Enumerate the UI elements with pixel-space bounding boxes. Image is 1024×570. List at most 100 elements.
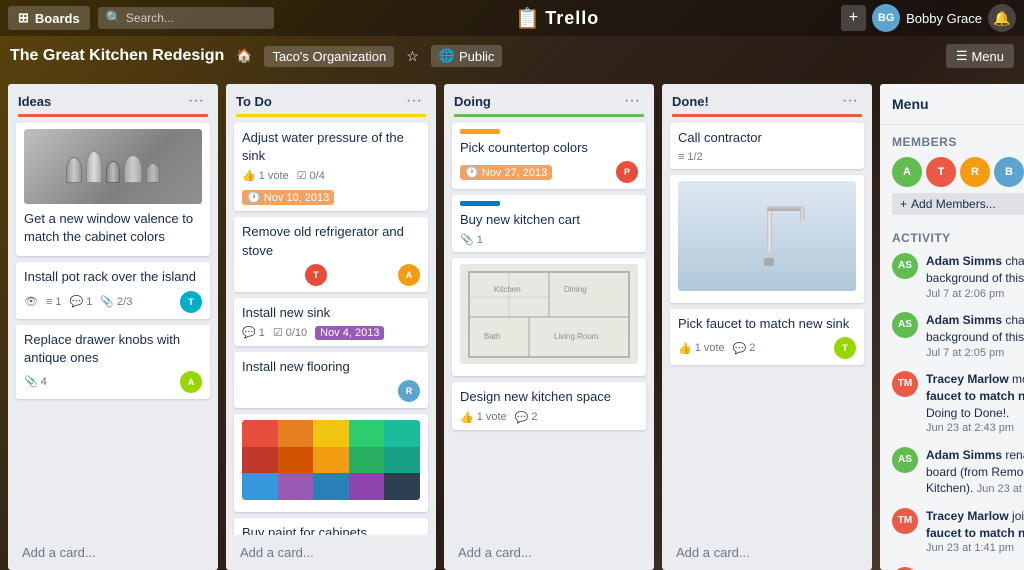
list-todo-color-bar <box>236 114 426 117</box>
card-c6[interactable]: Install new sink 💬 1 ☑ 0/10 Nov 4, 2013 <box>234 298 428 346</box>
search-input[interactable] <box>126 11 266 25</box>
activity-text-3: Adam Simms renamed this board (from Remo… <box>926 447 1024 498</box>
add-card-ideas[interactable]: Add a card... <box>16 541 210 564</box>
c11-attach-badge: 📎 1 <box>460 233 483 246</box>
list-todo-cards: Adjust water pressure of the sink 👍 1 vo… <box>226 123 436 535</box>
activity-avatar-1: AS <box>892 312 918 338</box>
menu-button[interactable]: ☰ Menu <box>946 44 1014 68</box>
list-done-menu[interactable]: ··· <box>838 92 862 110</box>
card-c16-meta: 👍 1 vote 💬 2 T <box>678 337 856 359</box>
c16-comment-badge: 💬 2 <box>733 342 756 355</box>
add-card-done[interactable]: Add a card... <box>670 541 864 564</box>
activity-user-3: Adam Simms <box>926 448 1002 462</box>
card-c2[interactable]: Install pot rack over the island 👁 ≡ 1 💬… <box>16 262 210 318</box>
card-c11-meta: 📎 1 <box>460 233 638 246</box>
card-c14-title: Call contractor <box>678 129 856 147</box>
add-button[interactable]: + <box>841 5 866 31</box>
activity-time-0: Jul 7 at 2:06 pm <box>926 287 1024 302</box>
card-c3-avatar: A <box>180 371 202 393</box>
activity-time-2: Jun 23 at 2:43 pm <box>926 421 1024 436</box>
list-ideas-title: Ideas <box>18 94 51 109</box>
activity-text-4: Tracey Marlow joined Pick faucet to matc… <box>926 508 1024 557</box>
svg-text:Living Room: Living Room <box>554 332 599 341</box>
boards-button[interactable]: ⊞ Boards <box>8 6 90 30</box>
list-doing: Doing ··· Pick countertop colors 🕐 Nov 2… <box>444 84 654 570</box>
c4-vote-badge: 👍 1 vote <box>242 169 289 182</box>
activity-text-2: Tracey Marlow moved Pick faucet to match… <box>926 371 1024 437</box>
list-todo-menu[interactable]: ··· <box>402 92 426 110</box>
card-c14[interactable]: Call contractor ≡ 1/2 <box>670 123 864 169</box>
add-members-button[interactable]: + Add Members... <box>892 193 1024 215</box>
card-c4[interactable]: Adjust water pressure of the sink 👍 1 vo… <box>234 123 428 211</box>
card-c13[interactable]: Design new kitchen space 👍 1 vote 💬 2 <box>452 382 646 429</box>
activity-avatar-0: AS <box>892 253 918 279</box>
card-c4-title: Adjust water pressure of the sink <box>242 129 420 165</box>
user-name: Bobby Grace <box>906 11 982 26</box>
trello-icon: 📋 <box>515 6 541 31</box>
card-c11[interactable]: Buy new kitchen cart 📎 1 <box>452 195 646 252</box>
org-button[interactable]: Taco's Organization <box>264 46 394 67</box>
activity-item-3: AS Adam Simms renamed this board (from R… <box>892 447 1024 498</box>
add-card-doing[interactable]: Add a card... <box>452 541 646 564</box>
c14-check-badge: ≡ 1/2 <box>678 151 703 163</box>
card-c12[interactable]: Kitchen Dining Bath Living Room <box>452 258 646 376</box>
c10-due-badge: 🕐 Nov 27, 2013 <box>460 165 552 180</box>
card-c10-meta: 🕐 Nov 27, 2013 P <box>460 161 638 183</box>
card-c3[interactable]: Replace drawer knobs with antique ones 📎… <box>16 325 210 399</box>
c2-attach-badge: 📎 2/3 <box>100 295 132 308</box>
c4-due-badge: 🕐 Nov 10, 2013 <box>242 190 334 205</box>
activity-item-2: TM Tracey Marlow moved Pick faucet to ma… <box>892 371 1024 437</box>
card-c16[interactable]: Pick faucet to match new sink 👍 1 vote 💬… <box>670 309 864 365</box>
activity-item-4: TM Tracey Marlow joined Pick faucet to m… <box>892 508 1024 557</box>
list-doing-title: Doing <box>454 94 491 109</box>
member-avatar-3[interactable]: B <box>994 157 1024 187</box>
card-c7[interactable]: Install new flooring R <box>234 352 428 408</box>
card-c16-avatar: T <box>834 337 856 359</box>
menu-label: Menu <box>971 49 1004 64</box>
topbar: ⊞ Boards 🔍 📋 Trello + BG Bobby Grace 🔔 <box>0 0 1024 36</box>
add-card-todo[interactable]: Add a card... <box>234 541 428 564</box>
card-c2-title: Install pot rack over the island <box>24 268 202 286</box>
star-icon[interactable]: ☆ <box>406 48 419 65</box>
activity-avatar-3: AS <box>892 447 918 473</box>
search-bar[interactable]: 🔍 <box>98 7 274 29</box>
card-c4-meta: 👍 1 vote ☑ 0/4 🕐 Nov 10, 2013 <box>242 169 420 205</box>
member-avatar-1[interactable]: T <box>926 157 956 187</box>
card-c6-meta: 💬 1 ☑ 0/10 Nov 4, 2013 <box>242 326 420 340</box>
card-c13-title: Design new kitchen space <box>460 388 638 406</box>
user-menu[interactable]: BG Bobby Grace <box>872 4 982 32</box>
card-c2-meta: 👁 ≡ 1 💬 1 📎 2/3 T <box>24 291 202 313</box>
card-c15-image <box>678 181 856 291</box>
card-c14-meta: ≡ 1/2 <box>678 151 856 163</box>
list-doing-menu[interactable]: ··· <box>620 92 644 110</box>
card-c12-image: Kitchen Dining Bath Living Room <box>460 264 638 364</box>
card-c2-avatar: T <box>180 291 202 313</box>
list-todo: To Do ··· Adjust water pressure of the s… <box>226 84 436 570</box>
search-icon: 🔍 <box>106 10 122 26</box>
list-ideas-color-bar <box>18 114 208 117</box>
visibility-button[interactable]: 🌐 Public <box>431 45 503 67</box>
member-avatar-0[interactable]: A <box>892 157 922 187</box>
notifications-button[interactable]: 🔔 <box>988 4 1016 32</box>
activity-item-0: AS Adam Simms changed the background of … <box>892 253 1024 302</box>
card-c1[interactable]: Get a new window valence to match the ca… <box>16 123 210 256</box>
card-c8[interactable] <box>234 414 428 512</box>
card-c1-title: Get a new window valence to match the ca… <box>24 210 202 246</box>
card-c5[interactable]: Remove old refrigerator and stove T A <box>234 217 428 291</box>
activity-time-4: Jun 23 at 1:41 pm <box>926 541 1024 556</box>
card-c9[interactable]: Buy paint for cabinets 📎 1 <box>234 518 428 535</box>
card-c6-title: Install new sink <box>242 304 420 322</box>
list-doing-color-bar <box>454 114 644 117</box>
card-c7-title: Install new flooring <box>242 358 420 376</box>
activity-time-1: Jul 7 at 2:05 pm <box>926 346 1024 361</box>
list-ideas-menu[interactable]: ··· <box>184 92 208 110</box>
activity-title: Activity <box>892 231 1024 245</box>
card-c3-meta: 📎 4 A <box>24 371 202 393</box>
c6-check-badge: ☑ 0/10 <box>273 326 307 339</box>
add-icon: + <box>900 197 907 211</box>
panel-header: Menu ✕ <box>880 84 1024 125</box>
card-c10[interactable]: Pick countertop colors 🕐 Nov 27, 2013 P <box>452 123 646 189</box>
member-avatar-2[interactable]: R <box>960 157 990 187</box>
card-c15[interactable] <box>670 175 864 303</box>
card-c11-title: Buy new kitchen cart <box>460 211 638 229</box>
